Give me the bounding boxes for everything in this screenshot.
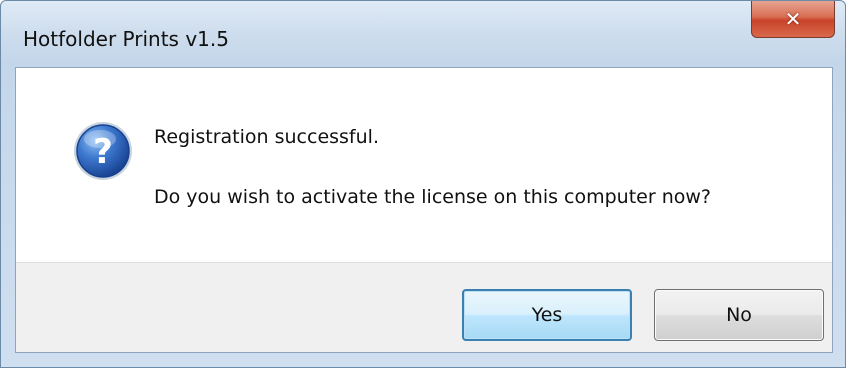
- message-area: ? Registration successful. Do you wish t…: [16, 68, 832, 262]
- svg-text:?: ?: [93, 132, 113, 172]
- no-button[interactable]: No: [654, 289, 824, 341]
- dialog-body: ? Registration successful. Do you wish t…: [15, 67, 833, 353]
- close-button[interactable]: ✕: [751, 1, 835, 38]
- question-icon: ?: [74, 122, 132, 180]
- title-bar[interactable]: Hotfolder Prints v1.5 ✕: [1, 1, 845, 67]
- button-bar: Yes No: [16, 262, 832, 352]
- dialog-window: Hotfolder Prints v1.5 ✕ ? Registration s…: [0, 0, 846, 368]
- close-icon: ✕: [784, 6, 802, 31]
- message-text: Registration successful.: [154, 126, 379, 148]
- window-title: Hotfolder Prints v1.5: [23, 27, 229, 51]
- message-question: Do you wish to activate the license on t…: [154, 186, 712, 208]
- yes-button[interactable]: Yes: [462, 289, 632, 341]
